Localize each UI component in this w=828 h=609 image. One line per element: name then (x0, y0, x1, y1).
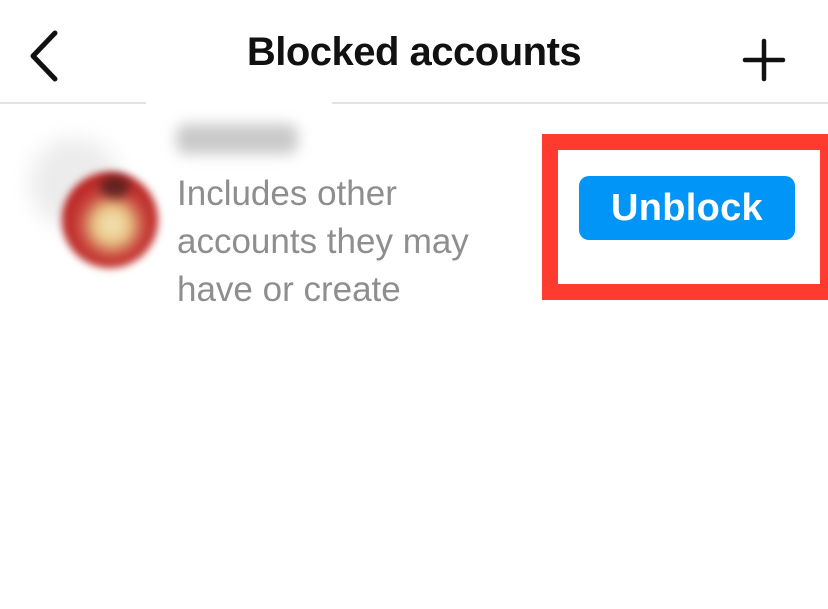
unblock-button[interactable]: Unblock (579, 176, 795, 240)
account-description: Includes other accounts they may have or… (177, 174, 469, 309)
blocked-accounts-screen: Blocked accounts Includes other accounts… (0, 0, 828, 609)
username[interactable] (176, 124, 298, 154)
header: Blocked accounts (0, 0, 828, 103)
page-title: Blocked accounts (246, 30, 582, 74)
blocked-account-row: Includes other accounts they may have or… (0, 110, 828, 310)
divider-gap (146, 100, 332, 106)
header-divider (0, 102, 828, 104)
add-blocked-account-button[interactable] (734, 28, 794, 92)
avatar-detail (100, 176, 130, 198)
plus-icon (742, 38, 786, 82)
